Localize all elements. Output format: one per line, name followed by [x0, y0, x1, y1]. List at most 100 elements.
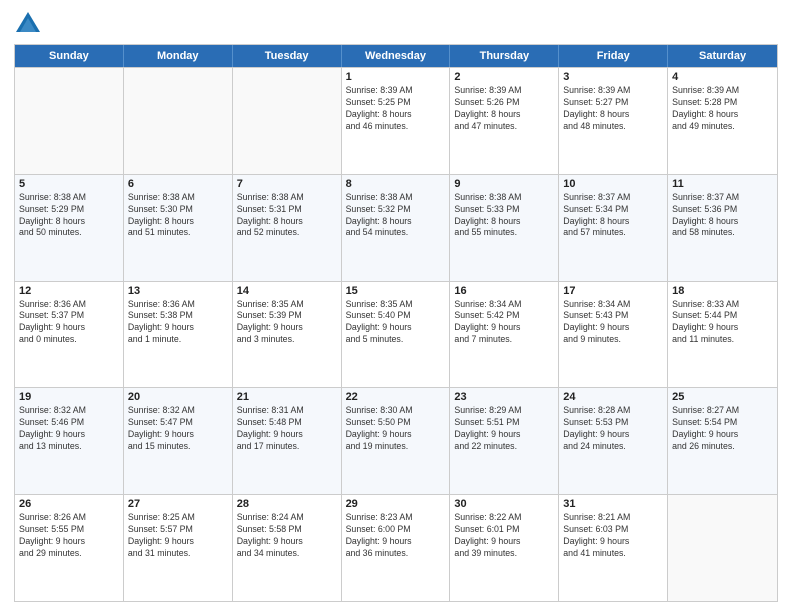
- weekday-header: Wednesday: [342, 45, 451, 67]
- logo: [14, 10, 46, 38]
- calendar-cell: [668, 495, 777, 601]
- weekday-header: Sunday: [15, 45, 124, 67]
- day-number: 21: [237, 391, 337, 403]
- day-info: Sunrise: 8:38 AM Sunset: 5:29 PM Dayligh…: [19, 192, 119, 240]
- day-number: 5: [19, 178, 119, 190]
- calendar-cell: 28 Sunrise: 8:24 AM Sunset: 5:58 PM Dayli…: [233, 495, 342, 601]
- weekday-header: Tuesday: [233, 45, 342, 67]
- day-number: 11: [672, 178, 773, 190]
- calendar-cell: 8 Sunrise: 8:38 AM Sunset: 5:32 PM Daylig…: [342, 175, 451, 281]
- calendar-cell: 27 Sunrise: 8:25 AM Sunset: 5:57 PM Dayli…: [124, 495, 233, 601]
- calendar-cell: 4 Sunrise: 8:39 AM Sunset: 5:28 PM Daylig…: [668, 68, 777, 174]
- calendar-cell: 13 Sunrise: 8:36 AM Sunset: 5:38 PM Dayli…: [124, 282, 233, 388]
- day-info: Sunrise: 8:39 AM Sunset: 5:26 PM Dayligh…: [454, 85, 554, 133]
- day-number: 30: [454, 498, 554, 510]
- day-info: Sunrise: 8:39 AM Sunset: 5:27 PM Dayligh…: [563, 85, 663, 133]
- day-info: Sunrise: 8:34 AM Sunset: 5:42 PM Dayligh…: [454, 299, 554, 347]
- day-number: 24: [563, 391, 663, 403]
- day-info: Sunrise: 8:21 AM Sunset: 6:03 PM Dayligh…: [563, 512, 663, 560]
- day-number: 10: [563, 178, 663, 190]
- day-info: Sunrise: 8:28 AM Sunset: 5:53 PM Dayligh…: [563, 405, 663, 453]
- day-info: Sunrise: 8:34 AM Sunset: 5:43 PM Dayligh…: [563, 299, 663, 347]
- logo-icon: [14, 10, 42, 38]
- calendar-cell: 3 Sunrise: 8:39 AM Sunset: 5:27 PM Daylig…: [559, 68, 668, 174]
- day-info: Sunrise: 8:31 AM Sunset: 5:48 PM Dayligh…: [237, 405, 337, 453]
- day-info: Sunrise: 8:38 AM Sunset: 5:30 PM Dayligh…: [128, 192, 228, 240]
- day-info: Sunrise: 8:30 AM Sunset: 5:50 PM Dayligh…: [346, 405, 446, 453]
- day-number: 25: [672, 391, 773, 403]
- header: [14, 10, 778, 38]
- calendar-cell: 19Sunrise: 8:32 AM Sunset: 5:46 PM Dayli…: [15, 388, 124, 494]
- calendar-cell: 7Sunrise: 8:38 AM Sunset: 5:31 PM Daylig…: [233, 175, 342, 281]
- day-number: 9: [454, 178, 554, 190]
- day-number: 20: [128, 391, 228, 403]
- day-info: Sunrise: 8:27 AM Sunset: 5:54 PM Dayligh…: [672, 405, 773, 453]
- calendar-cell: 29 Sunrise: 8:23 AM Sunset: 6:00 PM Dayli…: [342, 495, 451, 601]
- day-number: 15: [346, 285, 446, 297]
- day-info: Sunrise: 8:29 AM Sunset: 5:51 PM Dayligh…: [454, 405, 554, 453]
- day-number: 12: [19, 285, 119, 297]
- weekday-header: Thursday: [450, 45, 559, 67]
- calendar-cell: 11 Sunrise: 8:37 AM Sunset: 5:36 PM Dayli…: [668, 175, 777, 281]
- calendar-cell: 12Sunrise: 8:36 AM Sunset: 5:37 PM Dayli…: [15, 282, 124, 388]
- day-info: Sunrise: 8:32 AM Sunset: 5:47 PM Dayligh…: [128, 405, 228, 453]
- calendar-cell: 22 Sunrise: 8:30 AM Sunset: 5:50 PM Dayli…: [342, 388, 451, 494]
- calendar-cell: 21 Sunrise: 8:31 AM Sunset: 5:48 PM Dayli…: [233, 388, 342, 494]
- day-number: 6: [128, 178, 228, 190]
- weekday-header: Monday: [124, 45, 233, 67]
- day-number: 1: [346, 71, 446, 83]
- day-number: 8: [346, 178, 446, 190]
- day-info: Sunrise: 8:33 AM Sunset: 5:44 PM Dayligh…: [672, 299, 773, 347]
- day-number: 2: [454, 71, 554, 83]
- day-number: 29: [346, 498, 446, 510]
- calendar-row: 5 Sunrise: 8:38 AM Sunset: 5:29 PM Daylig…: [15, 174, 777, 281]
- calendar-cell: 23 Sunrise: 8:29 AM Sunset: 5:51 PM Dayli…: [450, 388, 559, 494]
- day-info: Sunrise: 8:23 AM Sunset: 6:00 PM Dayligh…: [346, 512, 446, 560]
- day-info: Sunrise: 8:35 AM Sunset: 5:39 PM Dayligh…: [237, 299, 337, 347]
- day-number: 27: [128, 498, 228, 510]
- calendar-cell: 15 Sunrise: 8:35 AM Sunset: 5:40 PM Dayli…: [342, 282, 451, 388]
- day-info: Sunrise: 8:39 AM Sunset: 5:28 PM Dayligh…: [672, 85, 773, 133]
- calendar-cell: 26 Sunrise: 8:26 AM Sunset: 5:55 PM Dayli…: [15, 495, 124, 601]
- day-info: Sunrise: 8:39 AM Sunset: 5:25 PM Dayligh…: [346, 85, 446, 133]
- day-info: Sunrise: 8:37 AM Sunset: 5:36 PM Dayligh…: [672, 192, 773, 240]
- calendar-cell: 1 Sunrise: 8:39 AM Sunset: 5:25 PM Daylig…: [342, 68, 451, 174]
- calendar-row: 19Sunrise: 8:32 AM Sunset: 5:46 PM Dayli…: [15, 387, 777, 494]
- calendar-cell: 5 Sunrise: 8:38 AM Sunset: 5:29 PM Daylig…: [15, 175, 124, 281]
- calendar-cell: 9Sunrise: 8:38 AM Sunset: 5:33 PM Daylig…: [450, 175, 559, 281]
- day-number: 26: [19, 498, 119, 510]
- calendar-body: 1 Sunrise: 8:39 AM Sunset: 5:25 PM Daylig…: [15, 67, 777, 601]
- day-number: 14: [237, 285, 337, 297]
- day-number: 4: [672, 71, 773, 83]
- calendar-cell: 18 Sunrise: 8:33 AM Sunset: 5:44 PM Dayli…: [668, 282, 777, 388]
- calendar-cell: 20 Sunrise: 8:32 AM Sunset: 5:47 PM Dayli…: [124, 388, 233, 494]
- calendar-cell: 31Sunrise: 8:21 AM Sunset: 6:03 PM Dayli…: [559, 495, 668, 601]
- day-number: 28: [237, 498, 337, 510]
- day-number: 7: [237, 178, 337, 190]
- calendar-cell: 17 Sunrise: 8:34 AM Sunset: 5:43 PM Dayli…: [559, 282, 668, 388]
- day-info: Sunrise: 8:35 AM Sunset: 5:40 PM Dayligh…: [346, 299, 446, 347]
- day-info: Sunrise: 8:37 AM Sunset: 5:34 PM Dayligh…: [563, 192, 663, 240]
- calendar-cell: 16Sunrise: 8:34 AM Sunset: 5:42 PM Dayli…: [450, 282, 559, 388]
- calendar-cell: [124, 68, 233, 174]
- calendar-cell: 24 Sunrise: 8:28 AM Sunset: 5:53 PM Dayli…: [559, 388, 668, 494]
- calendar-header: SundayMondayTuesdayWednesdayThursdayFrid…: [15, 45, 777, 67]
- day-number: 3: [563, 71, 663, 83]
- calendar-row: 12Sunrise: 8:36 AM Sunset: 5:37 PM Dayli…: [15, 281, 777, 388]
- calendar-row: 1 Sunrise: 8:39 AM Sunset: 5:25 PM Daylig…: [15, 67, 777, 174]
- calendar-cell: 2 Sunrise: 8:39 AM Sunset: 5:26 PM Daylig…: [450, 68, 559, 174]
- calendar-row: 26 Sunrise: 8:26 AM Sunset: 5:55 PM Dayli…: [15, 494, 777, 601]
- day-number: 23: [454, 391, 554, 403]
- day-info: Sunrise: 8:25 AM Sunset: 5:57 PM Dayligh…: [128, 512, 228, 560]
- day-info: Sunrise: 8:36 AM Sunset: 5:38 PM Dayligh…: [128, 299, 228, 347]
- day-number: 13: [128, 285, 228, 297]
- day-info: Sunrise: 8:22 AM Sunset: 6:01 PM Dayligh…: [454, 512, 554, 560]
- day-number: 22: [346, 391, 446, 403]
- calendar-cell: 6 Sunrise: 8:38 AM Sunset: 5:30 PM Daylig…: [124, 175, 233, 281]
- day-info: Sunrise: 8:26 AM Sunset: 5:55 PM Dayligh…: [19, 512, 119, 560]
- day-info: Sunrise: 8:38 AM Sunset: 5:32 PM Dayligh…: [346, 192, 446, 240]
- weekday-header: Friday: [559, 45, 668, 67]
- day-number: 17: [563, 285, 663, 297]
- day-number: 18: [672, 285, 773, 297]
- day-info: Sunrise: 8:24 AM Sunset: 5:58 PM Dayligh…: [237, 512, 337, 560]
